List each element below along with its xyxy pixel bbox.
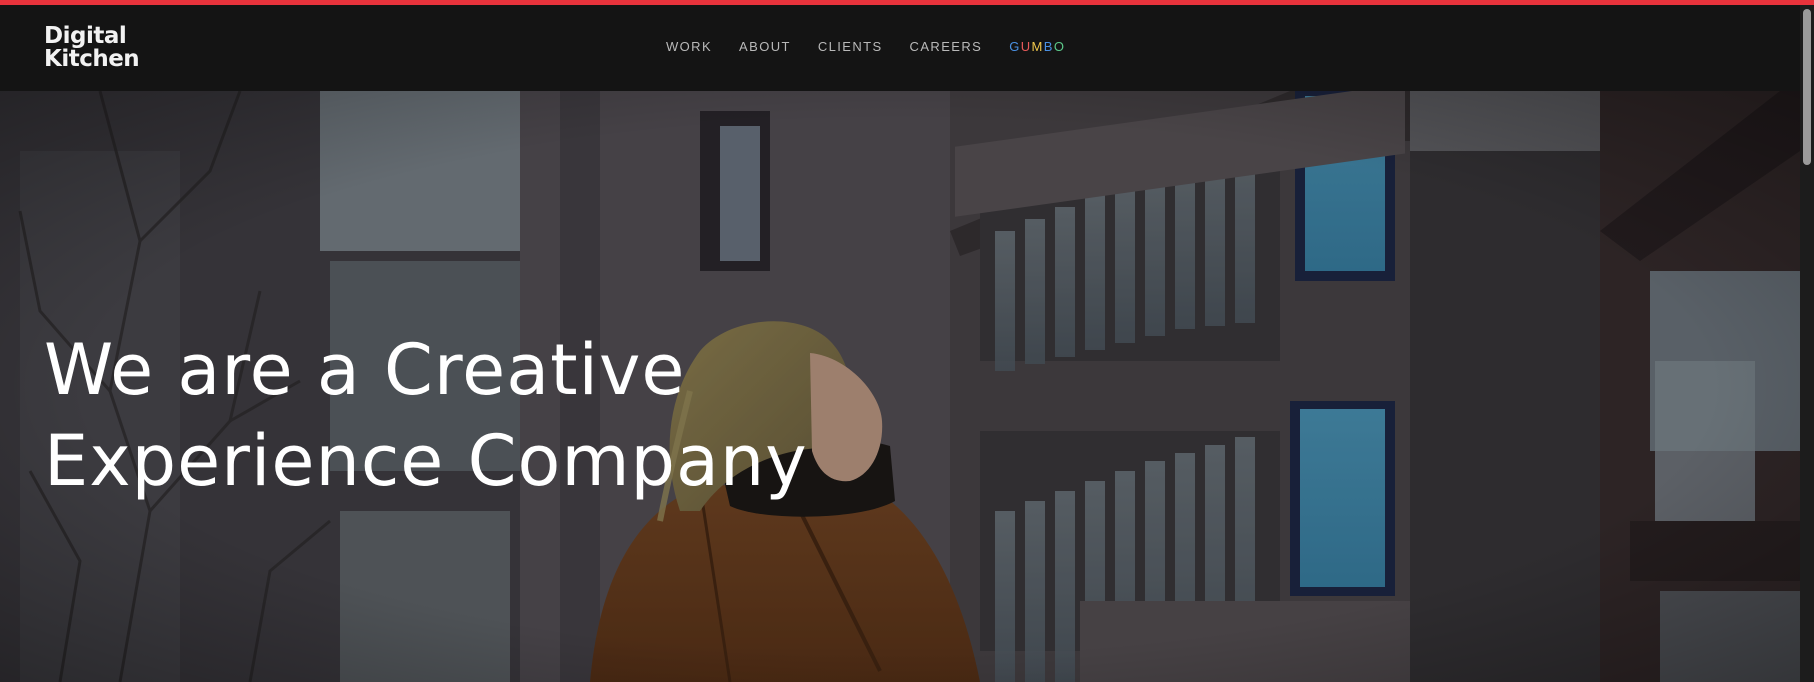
main-nav: WORK ABOUT CLIENTS CAREERS GUMBO [666, 39, 1092, 54]
page: Digital Kitchen WORK ABOUT CLIENTS CAREE… [0, 0, 1814, 682]
nav-clients[interactable]: CLIENTS [818, 39, 883, 54]
gumbo-letter-u: U [1020, 39, 1032, 54]
scrollbar-thumb[interactable] [1803, 9, 1811, 165]
gumbo-letter-o: O [1053, 39, 1066, 54]
hero-section: We are a Creative Experience Company [0, 91, 1800, 682]
hero-headline-line-2: Experience Company [44, 420, 808, 502]
hero-headline-line-1: We are a Creative [44, 329, 686, 411]
gumbo-letter-m: M [1031, 39, 1044, 54]
hero-headline: We are a Creative Experience Company [44, 325, 808, 507]
nav-careers[interactable]: CAREERS [910, 39, 983, 54]
digital-kitchen-logo[interactable]: Digital Kitchen [44, 23, 140, 72]
logo-line-2: Kitchen [44, 46, 140, 72]
nav-work[interactable]: WORK [666, 39, 712, 54]
page-scrollbar[interactable] [1800, 5, 1814, 682]
site-header: Digital Kitchen WORK ABOUT CLIENTS CAREE… [0, 5, 1800, 91]
gumbo-letter-g: G [1009, 39, 1021, 54]
logo-line-1: Digital [44, 23, 127, 49]
gumbo-letter-b: B [1043, 39, 1054, 54]
nav-about[interactable]: ABOUT [739, 39, 791, 54]
nav-gumbo[interactable]: GUMBO [1009, 39, 1065, 54]
